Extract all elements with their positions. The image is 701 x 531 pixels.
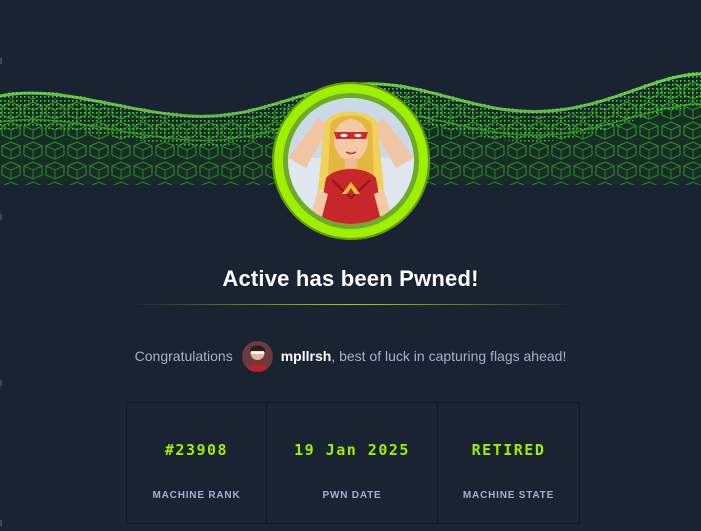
stat-machine-rank: #23908 MACHINE RANK (127, 403, 267, 523)
machine-avatar-frame (283, 93, 419, 229)
stat-value: #23908 (164, 441, 229, 459)
edge-marker (0, 214, 2, 220)
stat-machine-state: RETIRED MACHINE STATE (438, 403, 579, 523)
machine-avatar-ring (272, 82, 430, 240)
stat-label: PWN DATE (322, 490, 382, 501)
pwned-card: Active has been Pwned! Congratulations m… (0, 0, 701, 531)
congrats-prefix: Congratulations (134, 348, 233, 364)
stat-value: 19 Jan 2025 (294, 441, 410, 459)
stat-label: MACHINE RANK (152, 490, 241, 501)
title-divider (127, 304, 577, 305)
stat-value: RETIRED (471, 441, 546, 459)
stat-label: MACHINE STATE (462, 490, 555, 501)
machine-avatar-icon (288, 98, 414, 224)
stat-pwn-date: 19 Jan 2025 PWN DATE (267, 403, 438, 523)
edge-marker (0, 520, 2, 526)
congrats-message: Congratulations mpllrsh , best of luck i… (0, 340, 701, 372)
page-title: Active has been Pwned! (222, 266, 479, 291)
username-link[interactable]: mpllrsh (281, 348, 332, 364)
stats-panel: #23908 MACHINE RANK 19 Jan 2025 PWN DATE… (126, 402, 580, 524)
congrats-suffix: , best of luck in capturing flags ahead! (331, 348, 567, 364)
edge-marker (0, 380, 2, 386)
user-avatar-icon[interactable] (241, 340, 273, 372)
